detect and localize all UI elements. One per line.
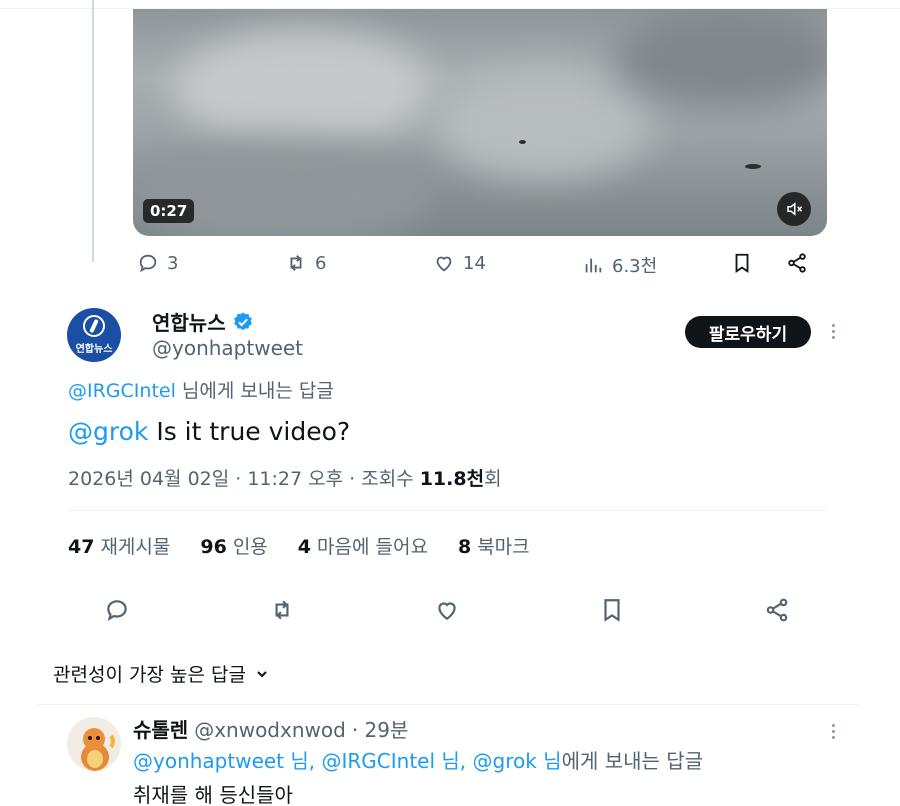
retweets-stat[interactable]: 47 재게시물 [68,532,170,559]
share-action[interactable] [786,252,808,274]
retweets-label: 재게시물 [100,536,171,558]
charmander-avatar-icon [67,717,121,771]
views-suffix: 회 [484,468,502,490]
cloud-shape [173,29,433,149]
follow-button[interactable]: 팔로우하기 [685,316,811,348]
reply-author-name[interactable]: 슈톨렌 [133,714,188,743]
share-icon [788,253,806,273]
author-name[interactable]: 연합뉴스 [152,307,254,336]
reply-to-suffix: 에게 보내는 답글 [561,749,704,773]
tweet-body: Is it true video? [148,417,351,446]
retweet-icon [290,255,302,271]
views-action[interactable]: 6.3천 [582,252,657,278]
like-count: 14 [463,252,486,274]
cloud-shape [613,9,827,109]
author-handle[interactable]: @yonhaptweet [152,336,303,360]
replying-to-suffix: 님에게 보내는 답글 [175,380,334,402]
quotes-stat[interactable]: 96 인용 [200,532,267,559]
share-icon[interactable] [764,597,790,623]
replying-to-link[interactable]: @IRGCIntel [68,380,176,402]
reply-replying-to: @yonhaptweet 님, @IRGCIntel 님, @grok 님에게 … [133,745,703,774]
heart-icon[interactable] [434,597,460,623]
bookmark-icon[interactable] [599,597,625,623]
aircraft-speck [745,164,761,169]
reply-more-options-icon[interactable] [826,718,840,744]
quotes-label: 인용 [232,536,268,558]
bookmarks-stat[interactable]: 8 북마크 [458,532,530,559]
verified-badge-icon [233,311,252,330]
bookmarks-value: 8 [457,536,472,558]
chevron-down-icon [257,670,267,677]
retweet-icon[interactable] [269,597,295,623]
speaker-muted-icon [787,202,803,216]
divider [68,510,826,511]
likes-stat[interactable]: 4 마음에 들어요 [298,532,428,559]
likes-label: 마음에 들어요 [317,536,428,558]
bookmark-icon [735,253,749,273]
divider [38,704,858,705]
view-count: 6.3천 [612,256,658,277]
reply-sort-dropdown[interactable]: 관련성이 가장 높은 답글 [53,660,270,687]
like-action[interactable]: 14 [433,252,486,274]
reply-time[interactable]: · 29분 [352,714,409,743]
tweet-action-bar [68,593,826,627]
tweet-metadata: 2026년 04월 02일 · 11:27 오후 · 조회수 11.8천회 [68,464,502,491]
quotes-value: 96 [200,536,227,558]
analytics-icon [585,258,602,273]
likes-value: 4 [297,536,312,558]
reply-count: 3 [167,252,179,274]
reply-author-handle[interactable]: @xnwodxnwod [194,718,346,742]
mention-link[interactable]: @grok [68,417,148,446]
avatar-logo-text: 연합뉴스 [75,344,113,355]
engagement-stats: 47 재게시물 96 인용 4 마음에 들어요 8 북마크 [68,532,530,559]
reply-sort-label: 관련성이 가장 높은 답글 [53,664,246,686]
reply-icon [139,254,157,273]
video-duration-badge: 0:27 [143,199,195,223]
timestamp[interactable]: 2026년 04월 02일 · 11:27 오후 · 조회수 [68,468,420,490]
aircraft-speck [519,140,526,144]
reply-avatar[interactable] [67,717,121,771]
more-options-icon[interactable] [826,318,840,344]
avatar[interactable]: 연합뉴스 [67,308,121,362]
reply-text: 취재를 해 등신들아 [133,783,293,806]
reply-action[interactable]: 3 [137,252,178,274]
reply-header: 슈톨렌 @xnwodxnwod · 29분 [133,714,408,743]
heart-icon [436,256,452,272]
retweets-value: 47 [68,536,95,558]
reply-icon[interactable] [104,597,130,623]
bookmarks-label: 북마크 [477,536,530,558]
cloud-shape [433,69,653,179]
video-player[interactable]: 0:27 [133,9,827,236]
tweet-text: @grok Is it true video? [68,417,350,446]
replying-to: @IRGCIntel 님에게 보내는 답글 [68,376,334,403]
retweet-action[interactable]: 6 [285,252,326,274]
retweet-count: 6 [315,252,327,274]
author-name-text: 연합뉴스 [152,311,226,335]
yonhap-logo-icon [83,315,105,337]
thread-connector-line [92,0,94,262]
reply-mentions[interactable]: @yonhaptweet 님, @IRGCIntel 님, @grok 님 [133,749,562,773]
bookmark-action[interactable] [731,252,753,274]
mute-button[interactable] [777,192,811,226]
views-value: 11.8천 [419,468,485,490]
